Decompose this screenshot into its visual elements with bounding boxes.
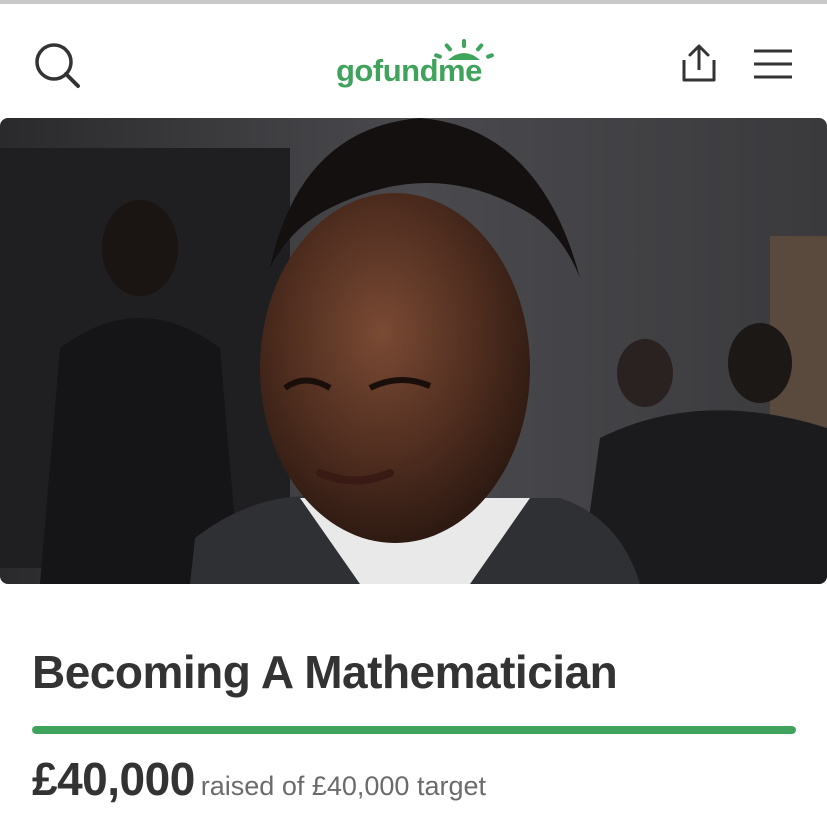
site-header: gofundme [0, 4, 827, 118]
share-button[interactable] [676, 40, 722, 86]
menu-button[interactable] [752, 48, 794, 80]
raised-target-text: raised of £40,000 target [200, 771, 486, 801]
logo-text: gofundme [336, 53, 482, 88]
search-button[interactable] [32, 40, 84, 92]
share-icon [682, 44, 716, 82]
hamburger-menu-icon [754, 49, 792, 79]
raised-amount: £40,000 [32, 753, 195, 805]
fundraising-progress-bar [32, 726, 796, 734]
search-icon [35, 43, 80, 88]
campaign-hero-image[interactable] [0, 118, 827, 584]
campaign-title: Becoming A Mathematician [32, 646, 618, 698]
raised-summary: £40,000 raised of £40,000 target [32, 752, 486, 812]
gofundme-logo[interactable]: gofundme [332, 39, 498, 92]
progress-fill [32, 726, 796, 734]
hero-photo [0, 118, 827, 584]
